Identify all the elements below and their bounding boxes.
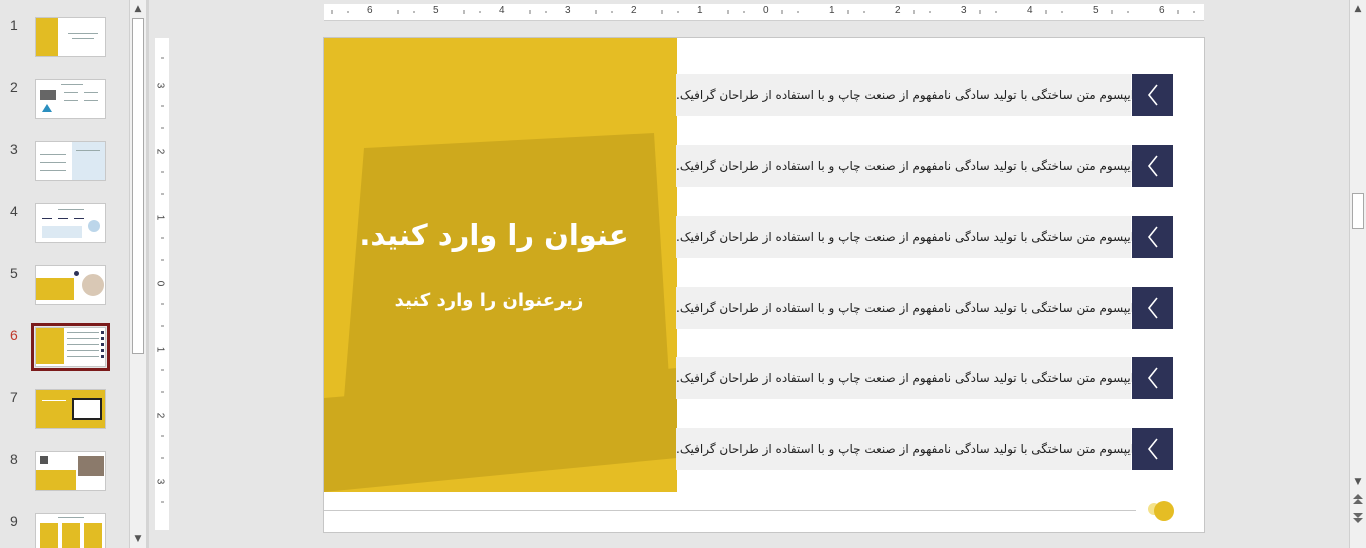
list-item[interactable]: لورم ایپسوم متن ساختگی با تولید سادگی نا… [676, 145, 1174, 187]
ruler-label: 1 [697, 5, 703, 16]
scroll-down-arrow-icon[interactable]: ▼ [130, 531, 146, 547]
list-item[interactable]: لورم ایپسوم متن ساختگی با تولید سادگی نا… [676, 357, 1174, 399]
scroll-down-arrow-icon[interactable]: ▼ [1350, 474, 1366, 490]
ruler-label: 3 [154, 82, 166, 89]
ruler-label: 0 [763, 5, 769, 16]
slide-number: 2 [10, 79, 18, 95]
ruler-label: 3 [961, 5, 967, 16]
ruler-label: 4 [499, 5, 505, 16]
chevron-left-icon [1132, 74, 1173, 116]
main-scrollbar[interactable]: ▲ ▼ [1349, 0, 1366, 548]
slide-thumbnail-9[interactable]: 9 [0, 513, 129, 548]
pane-divider[interactable] [146, 0, 149, 548]
ruler-label: 5 [433, 5, 439, 16]
slide-preview[interactable] [35, 451, 106, 491]
footer-divider [324, 510, 1136, 511]
list-item-text[interactable]: لورم ایپسوم متن ساختگی با تولید سادگی نا… [676, 145, 1161, 187]
slide-thumbnail-pane: 1 2 3 4 5 6 7 8 9 [0, 0, 129, 548]
slide-title[interactable]: عنوان را وارد کنید. [344, 218, 644, 252]
slide-thumbnail-5[interactable]: 5 [0, 265, 129, 321]
list-item-text[interactable]: لورم ایپسوم متن ساختگی با تولید سادگی نا… [676, 287, 1161, 329]
chevron-left-icon [1132, 145, 1173, 187]
previous-slide-icon[interactable] [1351, 493, 1364, 506]
ruler-label: 6 [367, 5, 373, 16]
slide-number: 4 [10, 203, 18, 219]
list-item[interactable]: لورم ایپسوم متن ساختگی با تولید سادگی نا… [676, 216, 1174, 258]
slide-preview-selected[interactable] [31, 323, 110, 371]
ruler-label: 3 [154, 478, 166, 485]
list-item-text[interactable]: لورم ایپسوم متن ساختگی با تولید سادگی نا… [676, 74, 1161, 116]
ruler-label: 3 [565, 5, 571, 16]
ruler-label: 1 [829, 5, 835, 16]
chevron-left-icon [1132, 216, 1173, 258]
slide-thumbnail-7[interactable]: 7 [0, 389, 129, 445]
slide-thumbnail-4[interactable]: 4 [0, 203, 129, 259]
ruler-label: 2 [631, 5, 637, 16]
list-item-text[interactable]: لورم ایپسوم متن ساختگی با تولید سادگی نا… [676, 357, 1161, 399]
slide-canvas[interactable]: عنوان را وارد کنید. زیرعنوان را وارد کنی… [323, 37, 1205, 533]
scroll-up-arrow-icon[interactable]: ▲ [130, 1, 146, 17]
slide-preview[interactable] [35, 513, 106, 548]
chevron-left-icon [1132, 357, 1173, 399]
list-item[interactable]: لورم ایپسوم متن ساختگی با تولید سادگی نا… [676, 287, 1174, 329]
slide-thumbnail-8[interactable]: 8 [0, 451, 129, 507]
scrollbar-thumb[interactable] [1352, 193, 1364, 229]
ruler-label: 1 [154, 214, 166, 221]
chevron-left-icon [1132, 428, 1173, 470]
list-item-text[interactable]: لورم ایپسوم متن ساختگی با تولید سادگی نا… [676, 428, 1161, 470]
slide-thumbnail-2[interactable]: 2 [0, 79, 129, 135]
ruler-label: 0 [154, 280, 166, 287]
slide-number: 6 [10, 327, 18, 343]
slide-preview[interactable] [35, 389, 106, 429]
ruler-label: 2 [154, 412, 166, 419]
slide-number: 3 [10, 141, 18, 157]
list-item[interactable]: لورم ایپسوم متن ساختگی با تولید سادگی نا… [676, 74, 1174, 116]
slide-number: 9 [10, 513, 18, 529]
footer-dots-logo [1148, 501, 1174, 521]
ruler-label: 4 [1027, 5, 1033, 16]
slide-subtitle[interactable]: زیرعنوان را وارد کنید [344, 290, 634, 311]
slide-preview[interactable] [35, 203, 106, 243]
next-slide-icon[interactable] [1351, 510, 1364, 523]
ruler-label: 6 [1159, 5, 1165, 16]
title-panel[interactable]: عنوان را وارد کنید. زیرعنوان را وارد کنی… [324, 38, 677, 492]
thumbnail-scrollbar[interactable]: ▲ ▼ [129, 0, 146, 548]
slide-number: 5 [10, 265, 18, 281]
slide-thumbnail-1[interactable]: 1 [0, 17, 129, 73]
slide-number: 7 [10, 389, 18, 405]
slide-thumbnail-3[interactable]: 3 [0, 141, 129, 197]
vertical-ruler: 3 2 1 0 1 2 3 [154, 38, 169, 530]
slide-preview[interactable] [35, 17, 106, 57]
scrollbar-thumb[interactable] [132, 18, 144, 354]
slide-preview[interactable] [35, 265, 106, 305]
slide-thumbnail-6[interactable]: 6 [0, 323, 129, 383]
laptop-background-image [324, 133, 677, 492]
ruler-label: 5 [1093, 5, 1099, 16]
list-item-text[interactable]: لورم ایپسوم متن ساختگی با تولید سادگی نا… [676, 216, 1161, 258]
ruler-label: 2 [895, 5, 901, 16]
slide-number: 8 [10, 451, 18, 467]
chevron-left-icon [1132, 287, 1173, 329]
list-item[interactable]: لورم ایپسوم متن ساختگی با تولید سادگی نا… [676, 428, 1174, 470]
slide-preview[interactable] [35, 79, 106, 119]
slide-number: 1 [10, 17, 18, 33]
scroll-up-arrow-icon[interactable]: ▲ [1350, 1, 1366, 17]
ruler-label: 1 [154, 346, 166, 353]
ruler-label: 2 [154, 148, 166, 155]
horizontal-ruler: 6 5 4 3 2 1 0 1 2 3 4 5 6 [324, 4, 1204, 21]
slide-preview[interactable] [35, 141, 106, 181]
